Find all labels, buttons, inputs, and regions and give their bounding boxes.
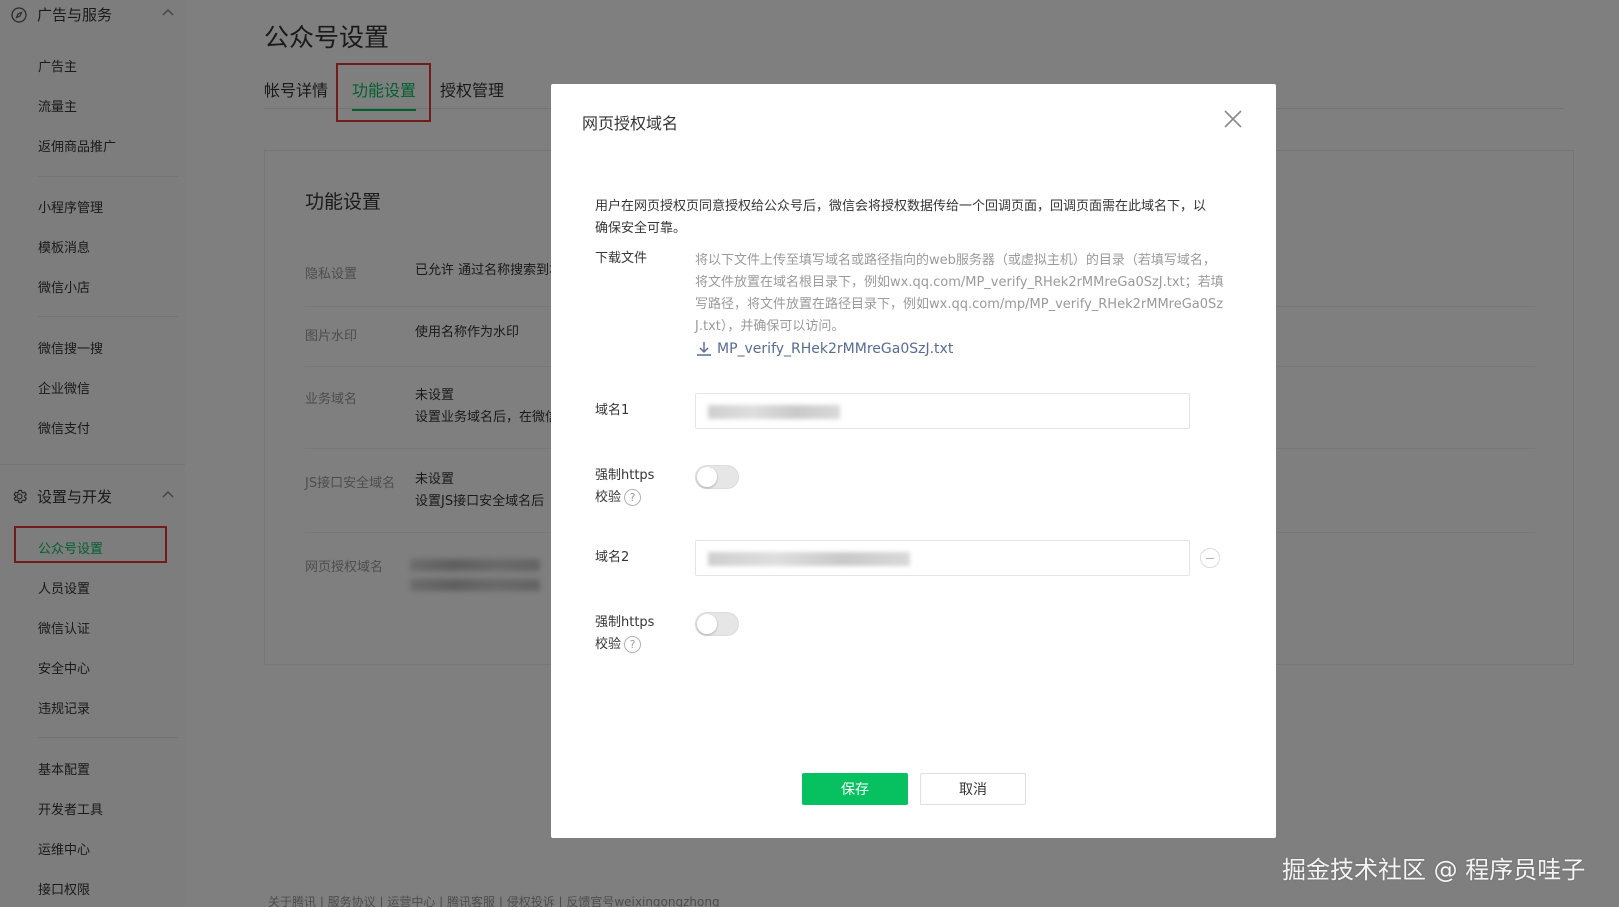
oauth-domain-dialog: 网页授权域名 用户在网页授权页同意授权给公众号后，微信会将授权数据传给一个回调页…: [551, 84, 1276, 838]
domain2-input[interactable]: [695, 540, 1190, 576]
https-label-1: 强制https 校验?: [595, 465, 654, 509]
domain2-label: 域名2: [595, 550, 630, 565]
toggle-knob: [697, 467, 717, 487]
dialog-intro: 用户在网页授权页同意授权给公众号后，微信会将授权数据传给一个回调页面，回调页面需…: [595, 199, 1207, 236]
domain1-input[interactable]: [695, 393, 1190, 429]
domain1-label: 域名1: [595, 403, 630, 418]
verify-label-text: 校验: [595, 637, 622, 652]
save-button[interactable]: 保存: [802, 773, 908, 805]
remove-domain-button[interactable]: [1200, 548, 1220, 568]
https-label-text: 强制https: [595, 468, 655, 483]
https-label-2: 强制https 校验?: [595, 612, 654, 656]
masked-domain-value: [708, 552, 910, 566]
download-description: 将以下文件上传至填写域名或路径指向的web服务器（或虚拟主机）的目录（若填写域名…: [695, 253, 1224, 334]
close-icon[interactable]: [1222, 108, 1244, 130]
download-file-link[interactable]: MP_verify_RHek2rMMreGa0SzJ.txt: [695, 340, 953, 358]
download-label: 下载文件: [595, 251, 648, 266]
dialog-title: 网页授权域名: [582, 114, 679, 133]
help-icon[interactable]: ?: [624, 636, 642, 653]
watermark-text: 掘金技术社区 @ 程序员哇子: [1282, 856, 1586, 884]
force-https-toggle-2[interactable]: [695, 612, 739, 636]
masked-domain-value: [708, 405, 840, 419]
download-icon: [695, 340, 713, 358]
cancel-button[interactable]: 取消: [920, 773, 1026, 805]
toggle-knob: [697, 614, 717, 634]
download-file-name: MP_verify_RHek2rMMreGa0SzJ.txt: [717, 341, 954, 357]
verify-label-text: 校验: [595, 490, 622, 505]
https-label-text: 强制https: [595, 615, 655, 630]
help-icon[interactable]: ?: [624, 489, 642, 506]
force-https-toggle-1[interactable]: [695, 465, 739, 489]
